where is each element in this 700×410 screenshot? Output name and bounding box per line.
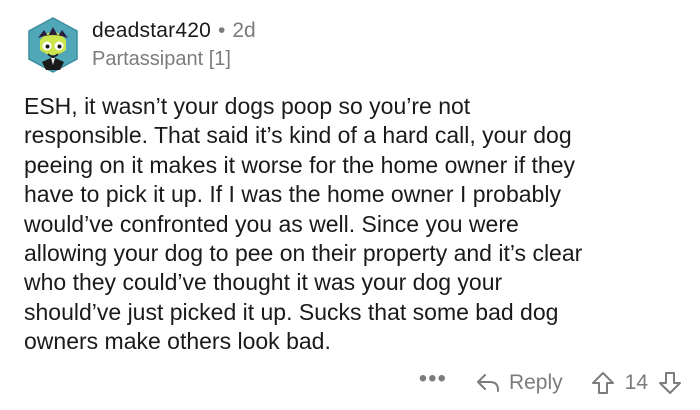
comment-header: deadstar420 • 2d Partassipant [1] <box>24 14 256 76</box>
vote-controls: 14 <box>591 371 682 395</box>
comment-meta: deadstar420 • 2d Partassipant [1] <box>92 18 256 72</box>
username-link[interactable]: deadstar420 <box>92 18 211 44</box>
upvote-icon[interactable] <box>591 371 615 395</box>
avatar[interactable] <box>24 16 82 74</box>
meta-separator: • <box>217 19 226 42</box>
vote-count: 14 <box>624 371 648 394</box>
reply-label: Reply <box>508 371 563 394</box>
comment-body: ESH, it wasn’t your dogs poop so you’re … <box>24 93 583 355</box>
author-line: deadstar420 • 2d <box>92 18 256 44</box>
comment-actions: ••• Reply 14 <box>419 366 682 400</box>
comment-age: 2d <box>232 19 256 42</box>
comment: deadstar420 • 2d Partassipant [1] ESH, i… <box>0 0 700 410</box>
reply-button[interactable]: Reply <box>475 371 563 395</box>
more-options-button[interactable]: ••• <box>419 367 447 391</box>
user-flair: Partassipant [1] <box>92 48 231 70</box>
downvote-icon[interactable] <box>658 371 682 395</box>
reply-arrow-icon <box>476 374 499 392</box>
